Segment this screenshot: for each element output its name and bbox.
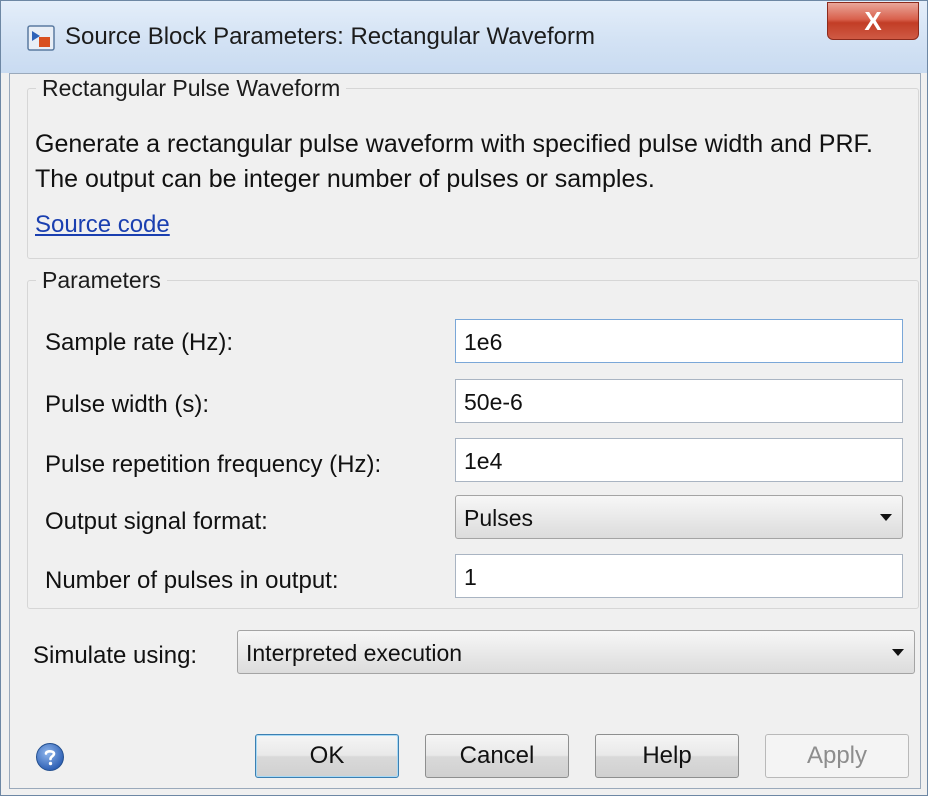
description-group-title: Rectangular Pulse Waveform (42, 75, 341, 101)
ok-button[interactable]: OK (255, 734, 399, 778)
num-pulses-label: Number of pulses in output: (45, 567, 339, 594)
sample-rate-label: Sample rate (Hz): (45, 329, 234, 356)
source-code-link[interactable]: Source code (35, 211, 170, 239)
help-question-icon[interactable] (35, 742, 65, 772)
prf-field[interactable]: 1e4 (455, 438, 903, 482)
simulate-using-value: Interpreted execution (246, 640, 463, 666)
help-button[interactable]: Help (595, 734, 739, 778)
sample-rate-field[interactable]: 1e6 (455, 319, 903, 363)
pulse-width-label: Pulse width (s): (45, 391, 210, 418)
chevron-down-icon (880, 514, 892, 521)
parameters-group-title: Parameters (42, 267, 161, 293)
chevron-down-icon (892, 649, 904, 656)
simulate-using-dropdown[interactable]: Interpreted execution (237, 630, 915, 674)
close-button[interactable]: X (827, 2, 919, 40)
block-description: Generate a rectangular pulse waveform wi… (35, 130, 873, 193)
pulse-width-field[interactable]: 50e-6 (455, 379, 903, 423)
prf-label: Pulse repetition frequency (Hz): (45, 451, 382, 478)
output-format-dropdown[interactable]: Pulses (455, 495, 903, 539)
dialog-window: Source Block Parameters: Rectangular Wav… (0, 0, 928, 796)
num-pulses-field[interactable]: 1 (455, 554, 903, 598)
window-title: Source Block Parameters: Rectangular Wav… (65, 23, 595, 50)
simulink-block-icon (27, 25, 55, 51)
apply-button[interactable]: Apply (765, 734, 909, 778)
output-format-label: Output signal format: (45, 508, 268, 535)
cancel-button[interactable]: Cancel (425, 734, 569, 778)
output-format-value: Pulses (464, 505, 534, 531)
close-icon: X (864, 5, 882, 36)
simulate-using-label: Simulate using: (33, 642, 198, 669)
title-bar[interactable]: Source Block Parameters: Rectangular Wav… (1, 1, 927, 73)
